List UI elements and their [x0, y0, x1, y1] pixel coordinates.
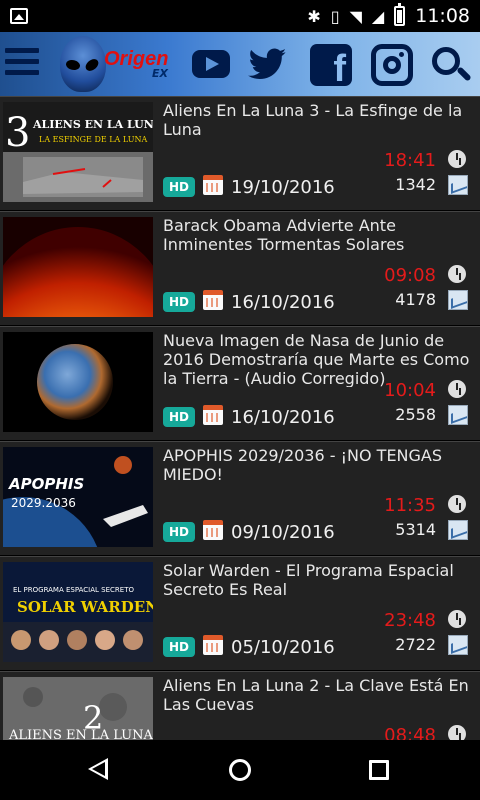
calendar-icon: [203, 520, 223, 540]
video-title[interactable]: Barack Obama Advierte Ante Inminentes To…: [163, 216, 479, 272]
status-time: 11:08: [415, 5, 470, 27]
svg-text:ALIENS EN LA LUNA: ALIENS EN LA LUNA: [8, 728, 153, 740]
list-item[interactable]: Nueva Imagen de Nasa de Junio de 2016 De…: [0, 326, 480, 441]
video-duration: 11:35: [384, 495, 436, 516]
list-item[interactable]: Barack Obama Advierte Ante Inminentes To…: [0, 211, 480, 326]
facebook-icon[interactable]: f: [308, 42, 352, 90]
youtube-icon[interactable]: [190, 42, 234, 86]
list-item[interactable]: APOPHIS 2029.2036 APOPHIS 2029/2036 - ¡N…: [0, 441, 480, 556]
hd-badge: HD: [163, 637, 195, 657]
view-count: 2722: [395, 635, 436, 654]
video-date: 16/10/2016: [231, 292, 335, 313]
battery-icon: [394, 3, 406, 26]
recent-apps-icon[interactable]: [369, 760, 389, 780]
views-chart-icon: [448, 175, 468, 195]
hd-badge: HD: [163, 522, 195, 542]
vibrate-icon: ▯: [330, 6, 340, 26]
system-nav-bar: [0, 740, 480, 800]
view-count: 4178: [395, 290, 436, 309]
video-thumbnail[interactable]: EL PROGRAMA ESPACIAL SECRETO SOLAR WARDE…: [3, 562, 153, 662]
video-thumbnail[interactable]: 2 ALIENS EN LA LUNA: [3, 677, 153, 740]
home-icon[interactable]: [229, 759, 251, 781]
view-count: 2558: [395, 405, 436, 424]
svg-text:SOLAR WARDEN: SOLAR WARDEN: [17, 598, 153, 616]
views-chart-icon: [448, 520, 468, 540]
video-title[interactable]: Aliens En La Luna 3 - La Esfinge de la L…: [163, 101, 479, 157]
view-count: 5314: [395, 520, 436, 539]
list-item[interactable]: EL PROGRAMA ESPACIAL SECRETO SOLAR WARDE…: [0, 556, 480, 671]
video-date: 19/10/2016: [231, 177, 335, 198]
clock-icon: [448, 150, 466, 168]
view-count: 1342: [395, 175, 436, 194]
thumb-number: 3: [5, 110, 30, 156]
video-duration: 18:41: [384, 150, 436, 171]
list-item[interactable]: 2 ALIENS EN LA LUNA Aliens En La Luna 2 …: [0, 671, 480, 740]
views-chart-icon: [448, 635, 468, 655]
calendar-icon: [203, 405, 223, 425]
video-duration: 10:04: [384, 380, 436, 401]
video-thumbnail[interactable]: 3 ALIENS EN LA LUNA LA ESFINGE DE LA LUN…: [3, 102, 153, 202]
clock-icon: [448, 725, 466, 740]
views-chart-icon: [448, 405, 468, 425]
calendar-icon: [203, 290, 223, 310]
video-duration: 08:48: [384, 725, 436, 740]
video-title[interactable]: Nueva Imagen de Nasa de Junio de 2016 De…: [163, 331, 479, 387]
video-list[interactable]: 3 ALIENS EN LA LUNA LA ESFINGE DE LA LUN…: [0, 96, 480, 740]
bluetooth-icon: ✱: [307, 6, 321, 26]
brand-sub: EX: [152, 67, 168, 80]
svg-text:EL PROGRAMA ESPACIAL SECRETO: EL PROGRAMA ESPACIAL SECRETO: [13, 586, 134, 594]
back-icon[interactable]: [88, 758, 108, 780]
hd-badge: HD: [163, 292, 195, 312]
svg-text:2029.2036: 2029.2036: [11, 496, 76, 510]
image-notification-icon: [10, 8, 28, 24]
svg-text:ALIENS EN LA LUNA: ALIENS EN LA LUNA: [32, 118, 153, 131]
hd-badge: HD: [163, 177, 195, 197]
app-logo: Origen EX: [56, 34, 176, 94]
list-item[interactable]: 3 ALIENS EN LA LUNA LA ESFINGE DE LA LUN…: [0, 96, 480, 211]
video-duration: 09:08: [384, 265, 436, 286]
video-date: 09/10/2016: [231, 522, 335, 543]
clock-icon: [448, 495, 466, 513]
status-icons: ✱ ▯ ◥ ◢ 11:08: [307, 3, 470, 27]
signal-icon: ◢: [371, 6, 385, 26]
search-icon[interactable]: [428, 42, 472, 86]
instagram-icon[interactable]: [369, 42, 413, 86]
twitter-icon[interactable]: [246, 42, 290, 86]
video-title[interactable]: Aliens En La Luna 2 - La Clave Está En L…: [163, 676, 479, 732]
menu-icon[interactable]: [5, 48, 39, 78]
calendar-icon: [203, 635, 223, 655]
video-date: 05/10/2016: [231, 637, 335, 658]
svg-text:APOPHIS: APOPHIS: [8, 475, 84, 493]
clock-icon: [448, 265, 466, 283]
video-title[interactable]: APOPHIS 2029/2036 - ¡NO TENGAS MIEDO!: [163, 446, 479, 502]
video-date: 16/10/2016: [231, 407, 335, 428]
video-thumbnail[interactable]: [3, 217, 153, 317]
clock-icon: [448, 610, 466, 628]
views-chart-icon: [448, 290, 468, 310]
calendar-icon: [203, 175, 223, 195]
video-duration: 23:48: [384, 610, 436, 631]
video-thumbnail[interactable]: APOPHIS 2029.2036: [3, 447, 153, 547]
status-bar: ✱ ▯ ◥ ◢ 11:08: [0, 0, 480, 32]
video-thumbnail[interactable]: [3, 332, 153, 432]
app-bar: Origen EX f: [0, 32, 480, 96]
hd-badge: HD: [163, 407, 195, 427]
wifi-icon: ◥: [349, 6, 362, 26]
clock-icon: [448, 380, 466, 398]
video-title[interactable]: Solar Warden - El Programa Espacial Secr…: [163, 561, 479, 617]
svg-text:LA ESFINGE DE LA LUNA: LA ESFINGE DE LA LUNA: [39, 135, 147, 144]
